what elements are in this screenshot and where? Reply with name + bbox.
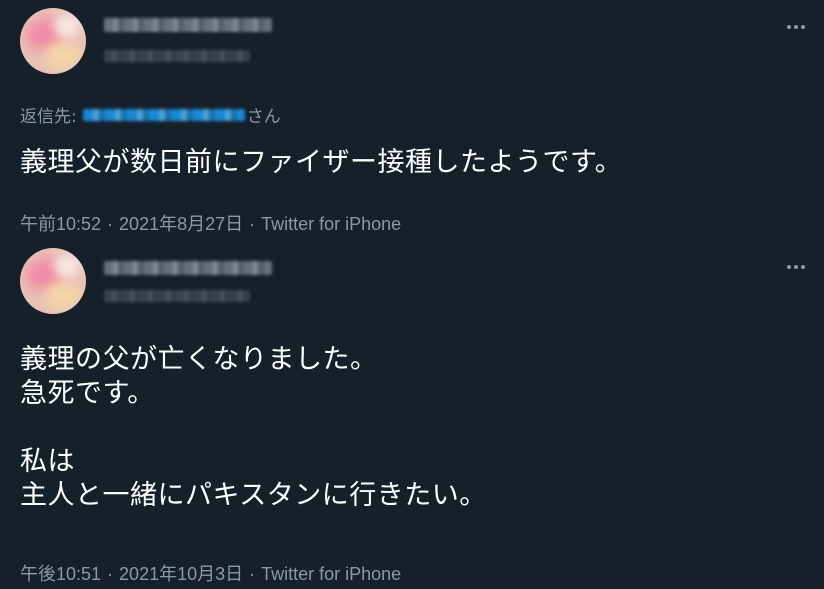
tweet-date: 2021年10月3日 bbox=[119, 564, 244, 584]
meta-separator: · bbox=[107, 564, 114, 584]
tweet-text: 義理父が数日前にファイザー接種したようです。 bbox=[20, 147, 623, 178]
meta-separator: · bbox=[249, 564, 256, 584]
tweet-source[interactable]: Twitter for iPhone bbox=[261, 564, 401, 584]
author-name-redacted[interactable] bbox=[104, 261, 272, 275]
reply-to-handle-redacted[interactable] bbox=[82, 108, 245, 121]
tweet-source[interactable]: Twitter for iPhone bbox=[261, 214, 401, 234]
tweet-time: 午後10:51 bbox=[20, 564, 102, 584]
tweet[interactable]: 返信先: さん 義理父が数日前にファイザー接種したようです。 午前10:52 · 2… bbox=[0, 0, 824, 240]
more-horizontal-icon[interactable] bbox=[784, 257, 808, 277]
author-handle-redacted[interactable] bbox=[104, 290, 250, 302]
tweet-timestamp[interactable]: 午後10:51 · 2021年10月3日 bbox=[20, 564, 243, 584]
tweet-date: 2021年8月27日 bbox=[119, 214, 244, 234]
avatar[interactable] bbox=[20, 8, 86, 74]
reply-to-label: 返信先: bbox=[20, 107, 77, 127]
tweet-text: 義理の父が亡くなりました。 急死です。 私は 主人と一緒にパキスタンに行きたい。 bbox=[20, 344, 487, 511]
tweet-time: 午前10:52 bbox=[20, 214, 102, 234]
tweet-meta: 午後10:51 · 2021年10月3日 · Twitter for iPhone bbox=[20, 560, 401, 586]
avatar[interactable] bbox=[20, 248, 86, 314]
reply-to-line: 返信先: さん bbox=[20, 102, 281, 127]
tweet[interactable]: 義理の父が亡くなりました。 急死です。 私は 主人と一緒にパキスタンに行きたい。… bbox=[0, 240, 824, 589]
reply-to-suffix: さん bbox=[246, 107, 281, 127]
author-handle-redacted[interactable] bbox=[104, 50, 250, 62]
tweet-meta: 午前10:52 · 2021年8月27日 · Twitter for iPhone bbox=[20, 210, 401, 236]
more-horizontal-icon[interactable] bbox=[784, 17, 808, 37]
author-name-redacted[interactable] bbox=[104, 18, 272, 32]
tweet-timestamp[interactable]: 午前10:52 · 2021年8月27日 bbox=[20, 214, 243, 234]
meta-separator: · bbox=[107, 214, 114, 234]
meta-separator: · bbox=[249, 214, 256, 234]
